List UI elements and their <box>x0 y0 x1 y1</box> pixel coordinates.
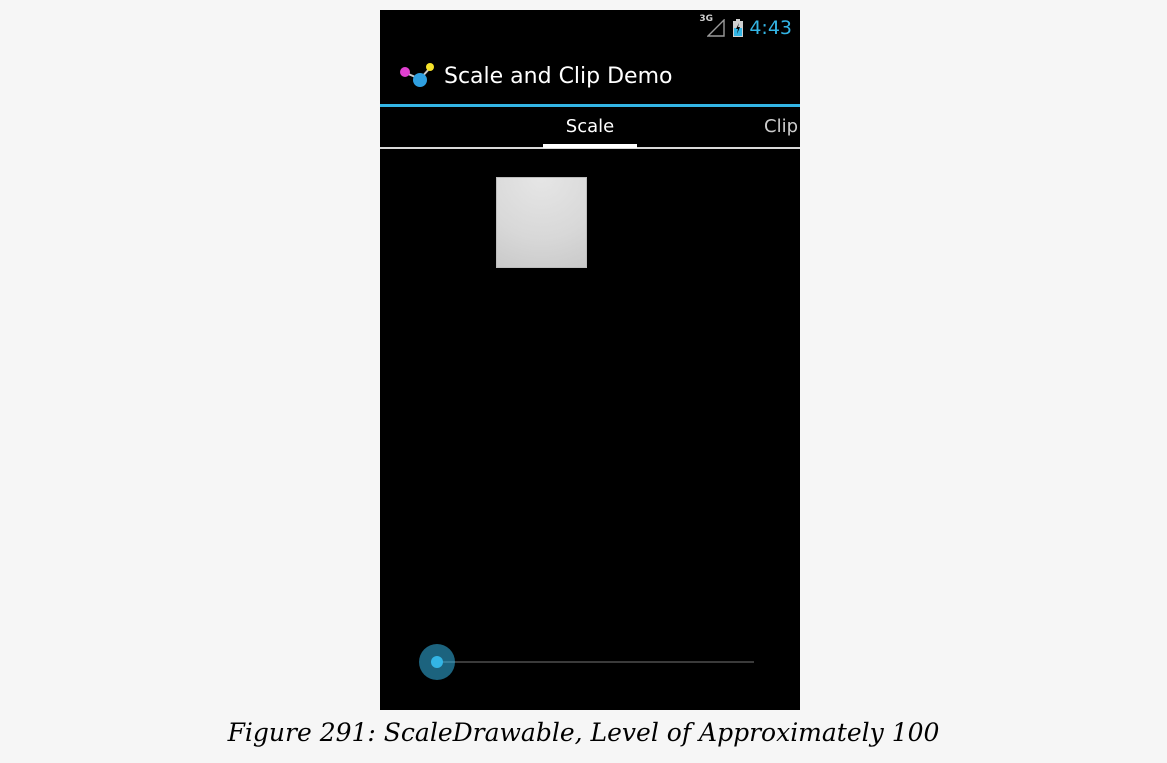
tab-strip: Scale Clip <box>380 107 800 149</box>
tab-selected-indicator <box>543 144 637 148</box>
app-molecule-icon[interactable] <box>398 62 436 90</box>
phone-screen: 3G 4:43 Scale and Clip Demo Scale Clip <box>380 10 800 710</box>
tab-scale-label: Scale <box>565 116 615 137</box>
tab-clip-label: Clip <box>764 116 798 137</box>
clock: 4:43 <box>749 17 792 39</box>
action-bar: Scale and Clip Demo <box>380 46 800 107</box>
scaled-drawable <box>496 177 587 268</box>
tab-clip[interactable]: Clip <box>764 116 798 137</box>
seekbar-thumb[interactable] <box>419 644 455 680</box>
app-title: Scale and Clip Demo <box>444 64 673 89</box>
seekbar-track <box>434 661 754 663</box>
seekbar-thumb-center <box>431 656 443 668</box>
status-icons: 3G 4:43 <box>699 14 792 40</box>
tab-scale[interactable]: Scale <box>543 116 637 148</box>
figure-caption: Figure 291: ScaleDrawable, Level of Appr… <box>227 718 940 747</box>
status-bar: 3G 4:43 <box>380 10 800 46</box>
battery-charging-icon <box>733 19 744 37</box>
level-seekbar[interactable] <box>416 644 754 680</box>
signal-icon <box>707 19 726 37</box>
signal-indicator: 3G <box>699 14 727 39</box>
